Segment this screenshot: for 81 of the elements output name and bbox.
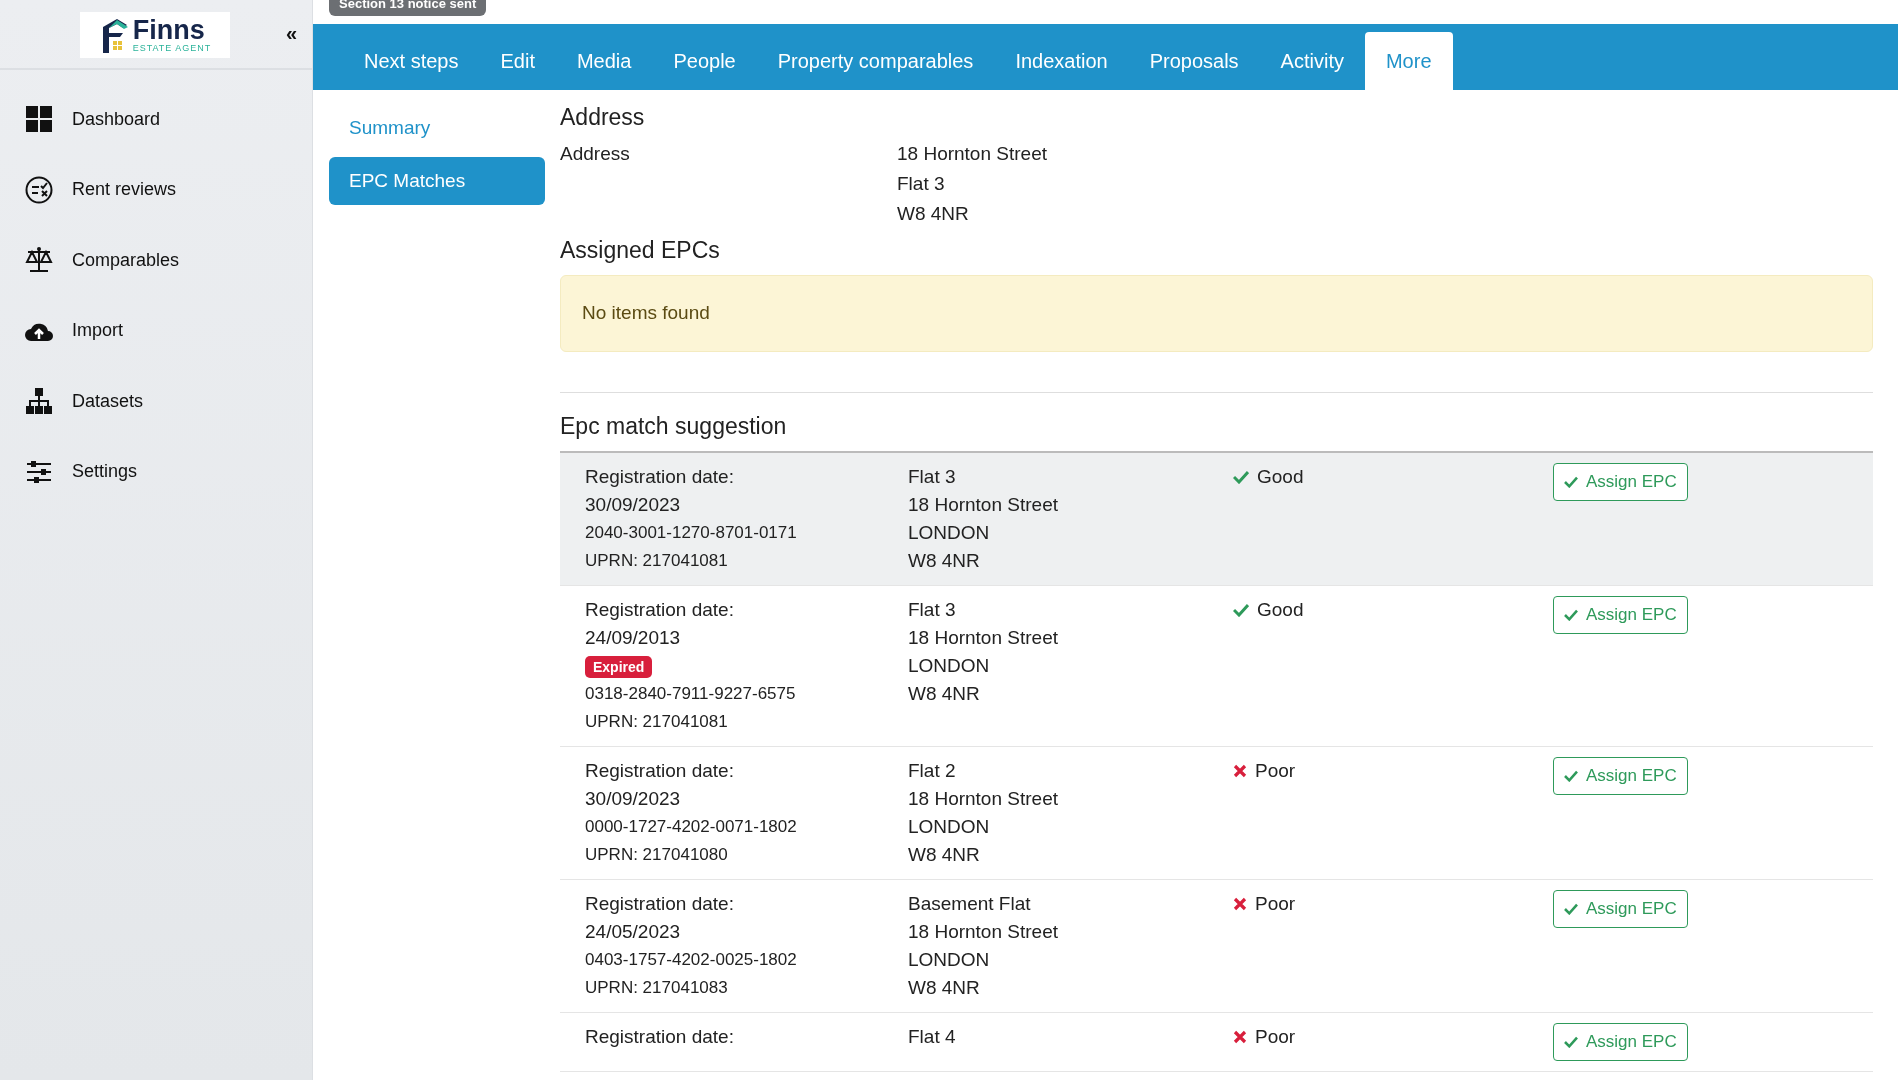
address-line: 18 Hornton Street — [908, 787, 1059, 811]
subnav-link[interactable]: EPC Matches — [329, 156, 545, 205]
subnav-link[interactable]: Summary — [329, 104, 545, 153]
check-icon — [1564, 609, 1578, 621]
address-line: LONDON — [908, 948, 991, 972]
match-quality: Good — [1257, 465, 1304, 489]
assign-epc-button[interactable]: Assign EPC — [1553, 1023, 1688, 1061]
address-line: Flat 2 — [908, 759, 957, 783]
address-line: 18 Hornton Street — [908, 920, 1059, 944]
match-quality: Good — [1257, 598, 1304, 622]
registration-date: 24/05/2023 — [585, 920, 682, 944]
date-label: Registration date: — [585, 598, 735, 622]
tab[interactable]: Edit — [479, 32, 556, 90]
hierarchy-icon — [24, 386, 54, 417]
assign-epc-button[interactable]: Assign EPC — [1553, 463, 1688, 501]
address-line: 18 Hornton Street — [897, 141, 1047, 166]
match-quality: Poor — [1255, 759, 1296, 783]
address-line: LONDON — [908, 654, 991, 678]
tab[interactable]: Indexation — [994, 32, 1129, 90]
logo-tagline: ESTATE AGENT — [132, 44, 212, 53]
check-icon — [1564, 1036, 1578, 1048]
certificate-number: 2040-3001-1270-8701-0171 — [585, 522, 798, 544]
address-line: 18 Hornton Street — [908, 626, 1059, 650]
registration-date: 24/09/2013 — [585, 626, 682, 650]
uprn: UPRN: 217041081 — [585, 711, 729, 733]
certificate-number: 0403-1757-4202-0025-1802 — [585, 949, 798, 971]
address-line: W8 4NR — [908, 976, 981, 1000]
address-line: Flat 3 — [897, 171, 946, 196]
check-icon — [1564, 476, 1578, 488]
assign-epc-button[interactable]: Assign EPC — [1553, 596, 1688, 634]
date-label: Registration date: — [585, 759, 735, 783]
address-line: Flat 3 — [908, 465, 957, 489]
assign-epc-button[interactable]: Assign EPC — [1553, 890, 1688, 928]
check-icon — [1564, 770, 1578, 782]
sidebar-item[interactable]: Datasets — [0, 366, 312, 437]
address-line: Flat 3 — [908, 598, 957, 622]
sidebar-item[interactable]: Rent reviews — [0, 154, 312, 225]
date-label: Registration date: — [585, 1025, 735, 1049]
section-heading: Assigned EPCs — [560, 235, 721, 265]
grid-icon — [24, 104, 54, 135]
tab[interactable]: More — [1364, 32, 1453, 90]
tab[interactable]: Activity — [1259, 32, 1365, 90]
assign-epc-button[interactable]: Assign EPC — [1553, 757, 1688, 795]
match-quality: Poor — [1255, 1025, 1296, 1049]
address-line: Basement Flat — [908, 892, 1032, 916]
sidebar-item[interactable]: Dashboard — [0, 84, 312, 155]
address-line: W8 4NR — [897, 201, 970, 226]
section-heading: Epc match suggestion — [560, 411, 788, 441]
certificate-number: 0000-1727-4202-0071-1802 — [585, 816, 798, 838]
empty-alert: No items found — [560, 275, 1873, 352]
tab[interactable]: Next steps — [343, 32, 480, 90]
certificate-number: 0318-2840-7911-9227-6575 — [585, 683, 797, 705]
tab[interactable]: Proposals — [1128, 32, 1260, 90]
address-line: Flat 4 — [908, 1025, 957, 1049]
logo-name: Finns — [132, 17, 206, 44]
sidebar-item[interactable]: Settings — [0, 436, 312, 507]
registration-date: 30/09/2023 — [585, 493, 682, 517]
address-line: W8 4NR — [908, 682, 981, 706]
uprn: UPRN: 217041083 — [585, 977, 729, 999]
tab[interactable]: People — [652, 32, 757, 90]
sidebar-item[interactable]: Comparables — [0, 225, 312, 296]
match-quality: Poor — [1255, 892, 1296, 916]
date-label: Registration date: — [585, 465, 735, 489]
sidebar-item[interactable]: Import — [0, 295, 312, 366]
field-label: Address — [560, 141, 631, 166]
uprn: UPRN: 217041080 — [585, 844, 729, 866]
expired-badge: Expired — [585, 656, 653, 678]
checklist-circle-icon — [24, 174, 54, 205]
section-heading: Address — [560, 103, 646, 132]
collapse-button[interactable]: « — [282, 18, 302, 48]
date-label: Registration date: — [585, 892, 735, 916]
check-icon — [1564, 903, 1578, 915]
registration-date: 30/09/2023 — [585, 787, 682, 811]
address-line: W8 4NR — [908, 843, 981, 867]
tab[interactable]: Property comparables — [756, 32, 995, 90]
address-line: LONDON — [908, 521, 991, 545]
uprn: UPRN: 217041081 — [585, 550, 729, 572]
address-line: 18 Hornton Street — [908, 493, 1059, 517]
address-line: W8 4NR — [908, 549, 981, 573]
address-line: LONDON — [908, 815, 991, 839]
tab[interactable]: Media — [555, 32, 653, 90]
